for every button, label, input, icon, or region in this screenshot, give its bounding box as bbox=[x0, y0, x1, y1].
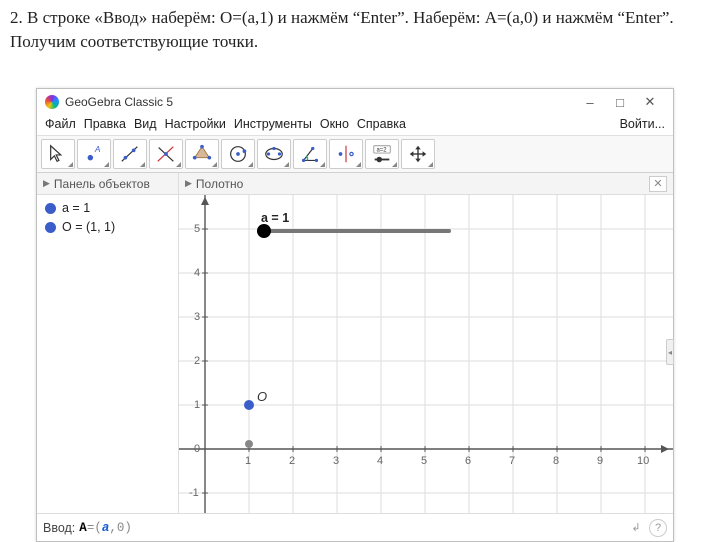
xlabel-3: 3 bbox=[333, 455, 339, 467]
point-O-label: O bbox=[257, 389, 267, 404]
xlabel-8: 8 bbox=[553, 455, 559, 467]
tool-move[interactable] bbox=[41, 139, 75, 169]
minimize-button[interactable]: – bbox=[575, 93, 605, 111]
panels: ▶ Панель объектов a = 1 O = (1, 1) ▶ Поло… bbox=[37, 173, 673, 513]
tool-line[interactable] bbox=[113, 139, 147, 169]
ylabel-n1: -1 bbox=[189, 487, 199, 499]
app-logo-icon bbox=[45, 95, 59, 109]
slider-a-label: a = 1 bbox=[261, 211, 451, 225]
tool-point[interactable]: A bbox=[77, 139, 111, 169]
tool-ellipse[interactable] bbox=[257, 139, 291, 169]
menu-tools[interactable]: Инструменты bbox=[234, 117, 312, 131]
input-bar: Ввод: A=(a,0) ↲ ? bbox=[37, 513, 673, 541]
close-panel-button[interactable]: ✕ bbox=[649, 176, 667, 192]
object-list: a = 1 O = (1, 1) bbox=[37, 195, 178, 245]
algebra-header[interactable]: ▶ Панель объектов bbox=[37, 173, 178, 195]
slider-track[interactable] bbox=[261, 229, 451, 233]
collapse-icon: ▶ bbox=[43, 178, 50, 189]
toolbar: A a=2 bbox=[37, 136, 673, 173]
algebra-header-label: Панель объектов bbox=[54, 177, 150, 191]
maximize-button[interactable]: □ bbox=[605, 93, 635, 111]
xlabel-6: 6 bbox=[465, 455, 471, 467]
xlabel-4: 4 bbox=[377, 455, 383, 467]
input-field[interactable]: A=(a,0) bbox=[79, 521, 132, 535]
input-label: Ввод: bbox=[43, 521, 75, 535]
point-O[interactable] bbox=[244, 400, 254, 410]
algebra-panel: ▶ Панель объектов a = 1 O = (1, 1) bbox=[37, 173, 179, 513]
side-handle[interactable]: ◂ bbox=[666, 339, 674, 365]
menu-file[interactable]: Файл bbox=[45, 117, 76, 131]
ylabel-2: 2 bbox=[194, 355, 200, 367]
graphics-header[interactable]: ▶ Полотно ✕ bbox=[179, 173, 673, 195]
xlabel-1: 1 bbox=[245, 455, 251, 467]
menubar: Файл Правка Вид Настройки Инструменты Ок… bbox=[37, 115, 673, 136]
menu-window[interactable]: Окно bbox=[320, 117, 349, 131]
collapse-icon: ▶ bbox=[185, 178, 192, 189]
close-button[interactable]: ✕ bbox=[635, 93, 665, 111]
ylabel-5: 5 bbox=[194, 223, 200, 235]
tool-polygon[interactable] bbox=[185, 139, 219, 169]
input-help-icon[interactable]: ? bbox=[649, 519, 667, 537]
graphics-header-label: Полотно bbox=[196, 177, 243, 191]
ylabel-1: 1 bbox=[194, 399, 200, 411]
graphics-panel: ▶ Полотно ✕ bbox=[179, 173, 673, 513]
xlabel-7: 7 bbox=[509, 455, 515, 467]
menu-options[interactable]: Настройки bbox=[165, 117, 226, 131]
slider-a[interactable]: a = 1 bbox=[261, 211, 451, 233]
tool-circle[interactable] bbox=[221, 139, 255, 169]
bullet-icon bbox=[45, 222, 56, 233]
point-preview[interactable] bbox=[245, 440, 253, 448]
graphics-canvas[interactable]: O 1 2 3 4 5 6 7 8 9 10 -1 0 1 2 3 4 5 a … bbox=[179, 195, 673, 513]
ylabel-4: 4 bbox=[194, 267, 200, 279]
tool-reflect[interactable] bbox=[329, 139, 363, 169]
titlebar: GeoGebra Classic 5 – □ ✕ bbox=[37, 89, 673, 115]
svg-text:a=2: a=2 bbox=[377, 147, 387, 153]
tool-angle[interactable] bbox=[293, 139, 327, 169]
object-a[interactable]: a = 1 bbox=[45, 201, 170, 215]
ylabel-3: 3 bbox=[194, 311, 200, 323]
menu-view[interactable]: Вид bbox=[134, 117, 157, 131]
xlabel-2: 2 bbox=[289, 455, 295, 467]
tool-move-view[interactable] bbox=[401, 139, 435, 169]
login-link[interactable]: Войти... bbox=[620, 117, 665, 131]
bullet-icon bbox=[45, 203, 56, 214]
input-submit-icon[interactable]: ↲ bbox=[627, 519, 645, 537]
xlabel-10: 10 bbox=[637, 455, 649, 467]
slider-knob[interactable] bbox=[257, 224, 271, 238]
object-O[interactable]: O = (1, 1) bbox=[45, 220, 170, 234]
tool-perp[interactable] bbox=[149, 139, 183, 169]
svg-text:A: A bbox=[94, 145, 101, 154]
ylabel-0: 0 bbox=[194, 443, 200, 455]
instruction-text: 2. В строке «Ввод» наберём: O=(a,1) и на… bbox=[0, 0, 720, 58]
menu-help[interactable]: Справка bbox=[357, 117, 406, 131]
object-O-label: O = (1, 1) bbox=[62, 220, 115, 234]
window-title: GeoGebra Classic 5 bbox=[65, 95, 173, 109]
tool-slider[interactable]: a=2 bbox=[365, 139, 399, 169]
object-a-label: a = 1 bbox=[62, 201, 90, 215]
app-window: GeoGebra Classic 5 – □ ✕ Файл Правка Вид… bbox=[36, 88, 674, 542]
menu-edit[interactable]: Правка bbox=[84, 117, 126, 131]
xlabel-9: 9 bbox=[597, 455, 603, 467]
xlabel-5: 5 bbox=[421, 455, 427, 467]
